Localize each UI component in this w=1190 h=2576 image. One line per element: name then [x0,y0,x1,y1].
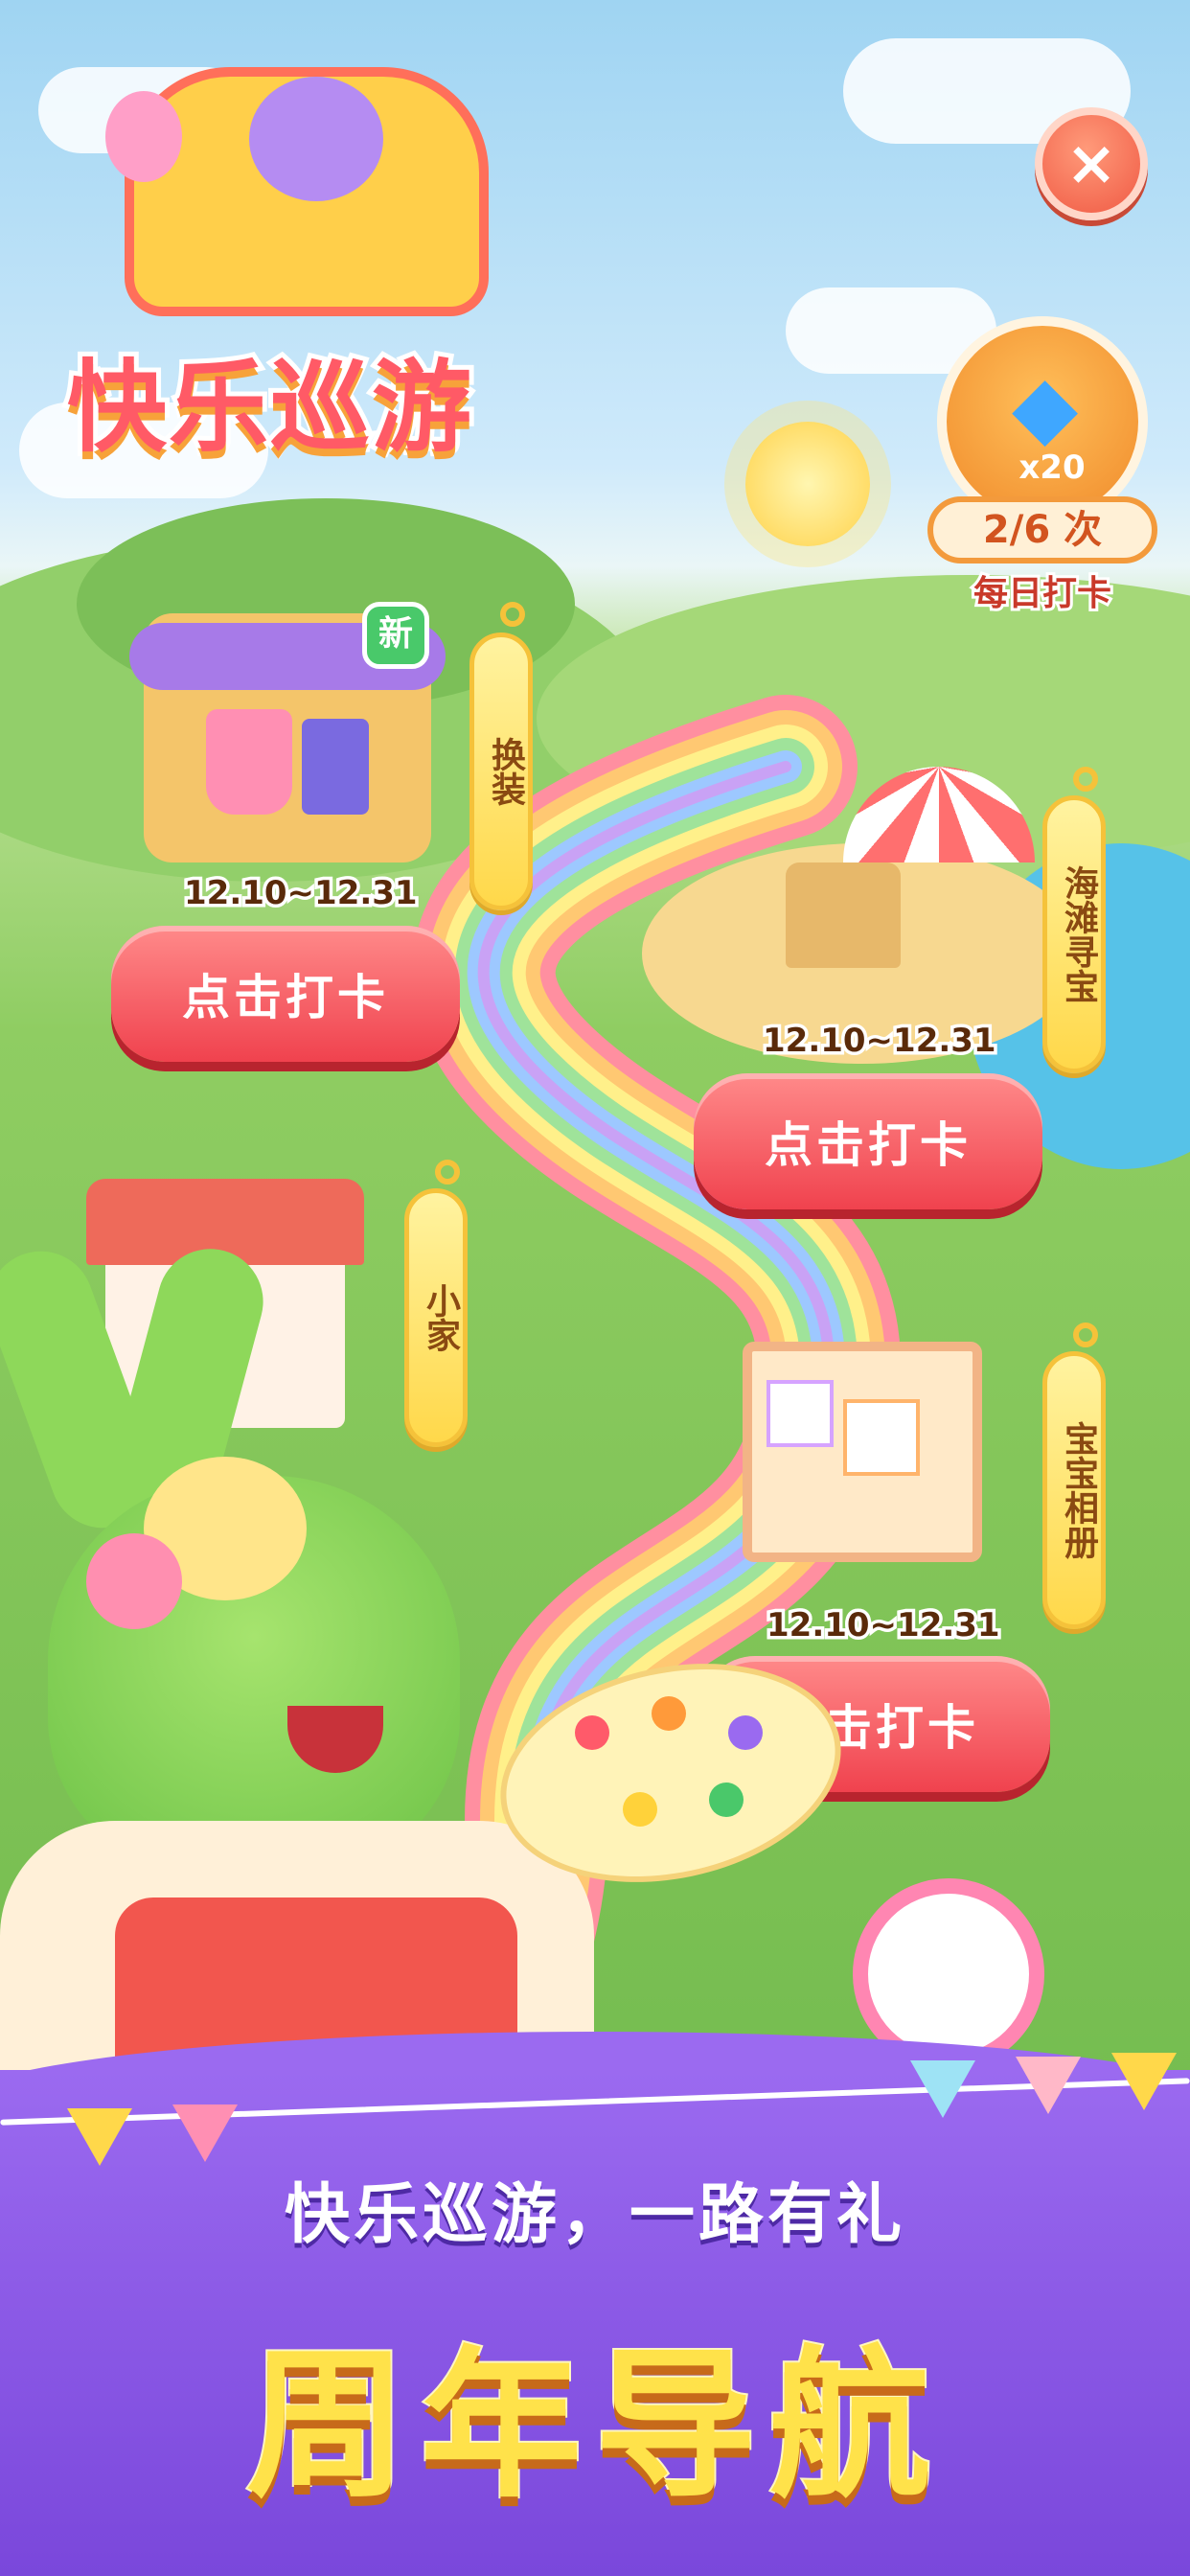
sandcastle-icon [786,862,901,968]
station-date-beach: 12.10~12.31 [760,1019,1000,1064]
paint-dot [575,1715,609,1750]
bunting-flag [910,2060,975,2118]
tag-ring [1073,1322,1098,1347]
close-icon: × [1065,128,1117,199]
daily-checkin-badge[interactable]: ◆ x20 2/6 次 每日打卡 [927,316,1157,623]
paint-dot [652,1696,686,1731]
paint-dot [728,1715,763,1750]
daily-checkin-label: 每日打卡 [971,571,1114,616]
reward-count: x20 [1018,448,1086,487]
station-tag-dressup[interactable]: 换装 [469,632,533,910]
daily-reward-circle: ◆ x20 [937,316,1148,527]
tag-ring [500,602,525,627]
photo-frame [767,1380,834,1447]
station-date-album: 12.10~12.31 [764,1603,1004,1648]
flower-icon [86,1533,182,1629]
balloon-icon [105,91,182,182]
tag-ring [435,1160,460,1184]
banner-slogan: 快乐巡游，一路有礼 [284,2177,905,2253]
station-tag-album[interactable]: 宝宝相册 [1042,1351,1106,1629]
bunting-flag [172,2104,238,2162]
paint-dot [623,1792,657,1827]
bunting-flag [1016,2057,1081,2114]
tag-ring [1073,767,1098,792]
checkin-button-dressup[interactable]: 点击打卡 [111,926,460,1062]
new-badge: 新 [362,602,429,669]
photo-frame [843,1399,920,1476]
bunting-flag [67,2108,132,2166]
station-tag-beach[interactable]: 海滩寻宝 [1042,795,1106,1073]
checkin-button-beach[interactable]: 点击打卡 [694,1073,1042,1209]
daily-progress: 2/6 次 [927,496,1157,564]
game-screen: 新 快乐巡游 × ◆ x20 2/6 次 每日打卡 换装 12.10~12.31… [0,0,1190,2576]
diamond-icon: ◆ [1012,356,1079,457]
station-tag-home[interactable]: 小家 [404,1188,468,1447]
paint-dot [709,1782,744,1817]
banner-headline: 周年导航 [244,2330,944,2521]
bunting-flag [1111,2053,1177,2110]
station-date-dressup: 12.10~12.31 [181,871,422,916]
close-button[interactable]: × [1035,107,1148,220]
dress-icon [206,709,292,815]
overalls-icon [302,719,369,815]
purple-cat-icon [249,77,383,201]
logo-title: 快乐巡游 [62,344,476,471]
